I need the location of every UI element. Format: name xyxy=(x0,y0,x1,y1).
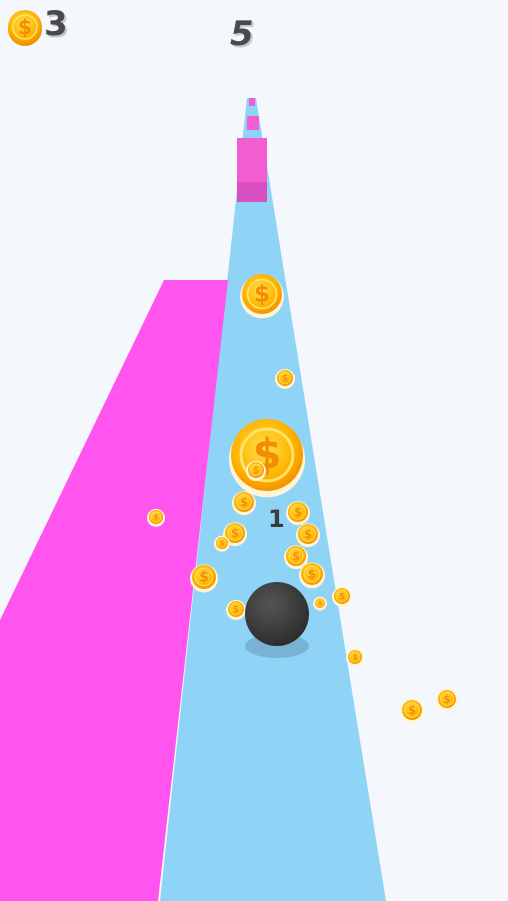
svg-text:$: $ xyxy=(318,601,322,607)
dollar-coin-icon: $ xyxy=(436,689,458,712)
dollar-coin-icon: $ xyxy=(313,596,327,611)
dollar-coin-icon: $ xyxy=(332,586,352,607)
svg-text:$: $ xyxy=(240,495,248,509)
dollar-coin-icon: $ xyxy=(346,648,364,667)
dollar-coin-icon: $ xyxy=(286,501,310,526)
dollar-coin-icon: $ xyxy=(214,535,230,552)
dollar-coin-icon: $ xyxy=(275,368,295,389)
dollar-coin-icon: $ xyxy=(299,562,325,589)
coin-count: 3 xyxy=(44,4,68,44)
svg-text:$: $ xyxy=(199,570,209,586)
player-ball[interactable] xyxy=(245,582,309,646)
obstacle-block xyxy=(237,138,267,184)
obstacle-block xyxy=(247,116,259,130)
svg-text:$: $ xyxy=(294,505,302,519)
svg-text:$: $ xyxy=(443,693,450,705)
obstacle-block-side xyxy=(237,182,267,202)
game-screen[interactable]: $ $ $ $ $ $ $ $ $ $ $ $ $ $ $ $ $ $ $ $ 3 5 1 xyxy=(0,0,508,901)
svg-text:$: $ xyxy=(308,566,317,581)
floating-coin-count: 1 xyxy=(268,505,285,533)
dollar-coin-icon: $ xyxy=(147,508,165,527)
svg-text:$: $ xyxy=(18,15,32,39)
svg-text:$: $ xyxy=(282,373,288,384)
svg-text:$: $ xyxy=(153,513,159,522)
svg-text:$: $ xyxy=(304,527,312,541)
level-number: 5 xyxy=(230,14,254,54)
svg-text:$: $ xyxy=(339,591,345,602)
dollar-coin-icon: $ xyxy=(296,523,320,548)
svg-text:$: $ xyxy=(254,282,270,308)
dollar-coin-icon: $ xyxy=(229,419,305,498)
dollar-coin-icon: $ xyxy=(8,10,42,46)
dollar-coin-icon: $ xyxy=(226,599,246,620)
svg-text:$: $ xyxy=(231,526,239,540)
svg-text:$: $ xyxy=(220,539,225,547)
dollar-coin-icon: $ xyxy=(400,699,424,724)
svg-text:$: $ xyxy=(292,549,300,563)
game-scene[interactable]: $$$$$$$$$$$$$$$$$$$ xyxy=(0,0,508,901)
svg-text:$: $ xyxy=(408,703,416,717)
dollar-coin-icon: $ xyxy=(246,460,266,481)
dollar-coin-icon: $ xyxy=(190,564,218,593)
svg-text:$: $ xyxy=(253,465,259,476)
svg-text:$: $ xyxy=(233,604,239,615)
svg-text:$: $ xyxy=(352,653,358,662)
obstacle-block xyxy=(249,98,255,106)
dollar-coin-icon: $ xyxy=(232,491,256,516)
